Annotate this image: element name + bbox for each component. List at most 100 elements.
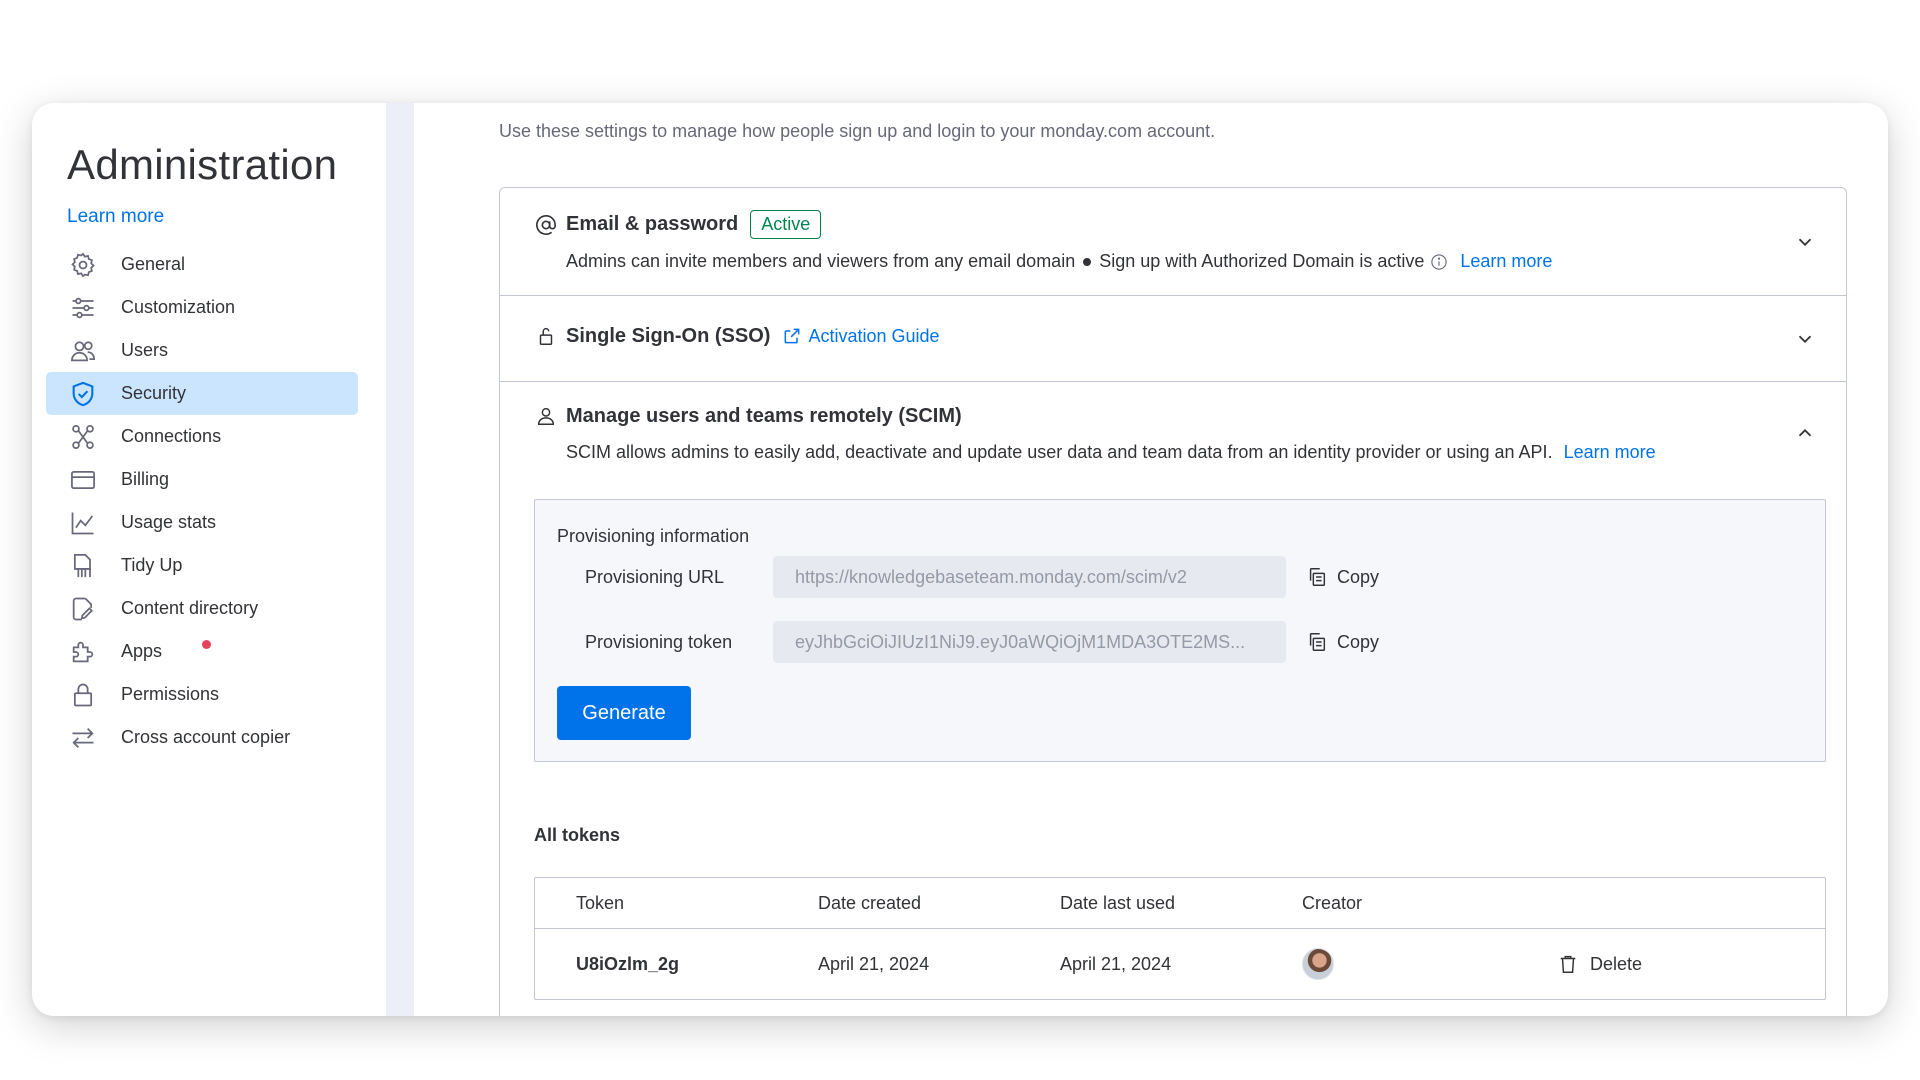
provisioning-panel: Provisioning information Provisioning UR…	[534, 499, 1826, 762]
sidebar-item-label: Users	[121, 340, 169, 360]
creator-cell	[1302, 929, 1334, 999]
sidebar: Administration Learn more General Custom…	[32, 103, 386, 1016]
sidebar-divider	[386, 103, 414, 1016]
table-header: Token Date created Date last used Creato…	[535, 878, 1825, 929]
sidebar-item-users[interactable]: Users	[46, 329, 358, 372]
document-edit-icon	[68, 594, 98, 624]
sidebar-item-label: Content directory	[121, 598, 259, 618]
main-content: Use these settings to manage how people …	[414, 103, 1888, 1016]
trash-icon	[1560, 955, 1576, 973]
learn-more-link[interactable]: Learn more	[67, 206, 164, 228]
chart-line-icon	[68, 508, 98, 538]
copy-icon	[1309, 568, 1326, 586]
delete-token-button[interactable]: Delete	[1557, 953, 1642, 975]
connections-icon	[68, 422, 98, 452]
sidebar-item-tidy-up[interactable]: Tidy Up	[46, 544, 358, 587]
copy-icon	[1309, 633, 1326, 651]
sidebar-item-label: Usage stats	[121, 512, 217, 532]
email-learn-more-link[interactable]: Learn more	[1460, 251, 1552, 272]
scim-learn-more-link[interactable]: Learn more	[1564, 442, 1656, 463]
intro-text: Use these settings to manage how people …	[499, 121, 1216, 141]
sidebar-item-label: Customization	[121, 297, 236, 317]
token-name: U8iOzlm_2g	[576, 953, 680, 974]
section-title: Single Sign-On (SSO)	[566, 324, 771, 347]
sidebar-item-security[interactable]: Security	[46, 372, 358, 415]
sidebar-item-label: Apps	[121, 641, 163, 661]
copy-token-button[interactable]: Copy	[1306, 631, 1379, 653]
users-icon	[68, 336, 98, 366]
sidebar-item-cross-account-copier[interactable]: Cross account copier	[46, 716, 358, 759]
sidebar-item-connections[interactable]: Connections	[46, 415, 358, 458]
copy-url-button[interactable]: Copy	[1306, 566, 1379, 588]
sidebar-item-apps[interactable]: Apps	[46, 630, 358, 673]
sso-header: Single Sign-On (SSO) Activation Guide	[534, 324, 940, 348]
sso-section[interactable]: Single Sign-On (SSO) Activation Guide	[500, 296, 1846, 382]
sidebar-item-label: General	[121, 254, 186, 274]
email-password-header: Email & password Active	[534, 210, 822, 239]
copy-label: Copy	[1337, 631, 1380, 652]
external-link-icon	[785, 328, 800, 344]
column-header-date-last-used: Date last used	[1060, 892, 1176, 913]
avatar[interactable]	[1302, 948, 1334, 980]
login-settings-card: Email & password Active Admins can invit…	[499, 187, 1847, 1016]
sidebar-item-permissions[interactable]: Permissions	[46, 673, 358, 716]
column-header-creator: Creator	[1302, 892, 1363, 913]
sidebar-item-label: Billing	[121, 469, 170, 489]
notification-dot	[202, 640, 211, 649]
section-title: Manage users and teams remotely (SCIM)	[566, 404, 962, 427]
table-row: U8iOzlm_2g April 21, 2024 April 21, 2024…	[535, 929, 1825, 999]
sidebar-item-general[interactable]: General	[46, 243, 358, 286]
delete-label: Delete	[1590, 953, 1643, 974]
info-icon[interactable]	[1430, 253, 1448, 271]
sidebar-item-usage-stats[interactable]: Usage stats	[46, 501, 358, 544]
sidebar-item-label: Security	[121, 383, 187, 403]
activation-guide-label: Activation Guide	[808, 325, 940, 346]
provisioning-url-field[interactable]	[773, 556, 1286, 598]
scim-header[interactable]: Manage users and teams remotely (SCIM)	[534, 404, 962, 428]
sidebar-nav: General Customization Users Security Con…	[46, 243, 358, 759]
tokens-table: Token Date created Date last used Creato…	[534, 877, 1826, 1000]
provisioning-url-row: Provisioning URL Copy	[585, 556, 1379, 598]
sidebar-item-label: Cross account copier	[121, 727, 291, 747]
generate-button[interactable]: Generate	[557, 686, 691, 740]
unlock-icon	[534, 324, 558, 348]
sidebar-item-label: Tidy Up	[121, 555, 183, 575]
provisioning-title: Provisioning information	[557, 526, 750, 546]
chevron-up-icon[interactable]	[1794, 422, 1816, 444]
email-domain-text: Admins can invite members and viewers fr…	[566, 251, 1076, 271]
shield-icon	[68, 379, 98, 409]
chevron-down-icon[interactable]	[1794, 231, 1816, 253]
status-badge: Active	[750, 210, 822, 239]
provisioning-token-label: Provisioning token	[585, 631, 733, 652]
credit-card-icon	[68, 465, 98, 495]
user-icon	[534, 404, 558, 428]
sidebar-item-customization[interactable]: Customization	[46, 286, 358, 329]
sliders-icon	[68, 293, 98, 323]
activation-guide-link[interactable]: Activation Guide	[782, 325, 940, 347]
copy-label: Copy	[1337, 566, 1380, 587]
arrows-swap-icon	[68, 723, 98, 753]
bullet-separator	[1083, 257, 1092, 266]
gear-icon	[68, 250, 98, 280]
sidebar-item-label: Permissions	[121, 684, 220, 704]
sidebar-item-content-directory[interactable]: Content directory	[46, 587, 358, 630]
provisioning-url-label: Provisioning URL	[585, 566, 725, 587]
chevron-down-icon[interactable]	[1794, 328, 1816, 350]
email-password-section[interactable]: Email & password Active Admins can invit…	[500, 188, 1846, 296]
sidebar-item-billing[interactable]: Billing	[46, 458, 358, 501]
column-header-token: Token	[576, 892, 625, 913]
page-title: Administration	[67, 141, 338, 188]
delete-cell: Delete	[1557, 929, 1642, 999]
section-title: Email & password	[566, 213, 739, 235]
broom-icon	[68, 551, 98, 581]
scim-description-text: SCIM allows admins to easily add, deacti…	[566, 442, 1553, 462]
provisioning-token-row: Provisioning token Copy	[585, 621, 1379, 663]
authorized-domain-text: Sign up with Authorized Domain is active	[1099, 251, 1425, 271]
column-header-date-created: Date created	[818, 892, 922, 913]
token-date-last-used: April 21, 2024	[1060, 953, 1172, 974]
provisioning-token-field[interactable]	[773, 621, 1286, 663]
sidebar-item-label: Connections	[121, 426, 222, 446]
lock-icon	[68, 680, 98, 710]
all-tokens-title: All tokens	[534, 825, 621, 845]
token-date-created: April 21, 2024	[818, 953, 930, 974]
